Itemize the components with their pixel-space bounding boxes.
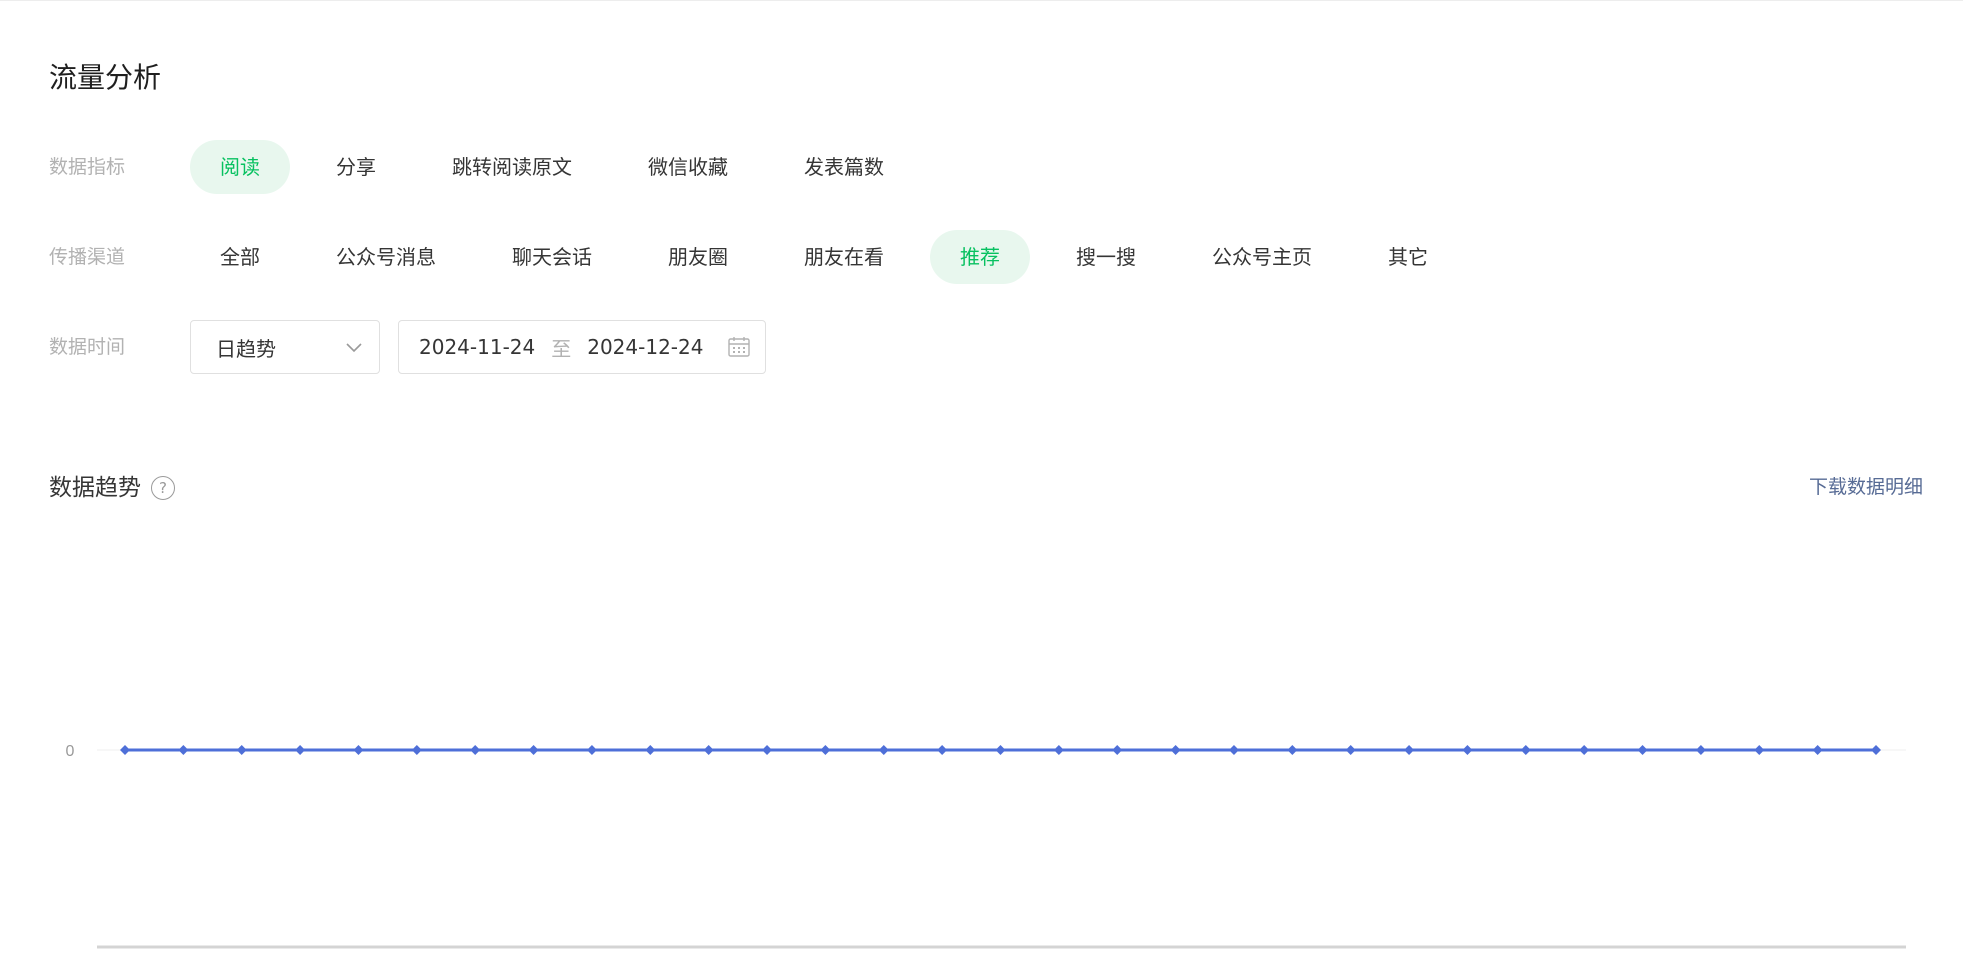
data-point-20[interactable]: [1287, 745, 1298, 755]
data-point-1[interactable]: [178, 745, 189, 755]
channel-chip-8[interactable]: 其它: [1358, 230, 1458, 284]
trend-mode-value: 日趋势: [216, 336, 276, 361]
data-point-19[interactable]: [1228, 745, 1239, 755]
data-point-9[interactable]: [645, 745, 656, 755]
data-point-10[interactable]: [703, 745, 714, 755]
channel-chip-3[interactable]: 朋友圈: [638, 230, 758, 284]
channel-chip-1[interactable]: 公众号消息: [306, 230, 466, 284]
data-point-21[interactable]: [1345, 745, 1356, 755]
data-point-15[interactable]: [995, 745, 1006, 755]
download-details-link[interactable]: 下载数据明细: [1809, 472, 1923, 502]
time-filter-row: 数据时间 日趋势 2024-11-24 至 2024-12-24: [49, 320, 766, 374]
channel-chip-5[interactable]: 推荐: [930, 230, 1030, 284]
time-label: 数据时间: [49, 336, 126, 358]
date-separator: 至: [551, 336, 572, 361]
data-point-30[interactable]: [1871, 745, 1881, 755]
data-point-27[interactable]: [1695, 745, 1706, 755]
data-point-25[interactable]: [1579, 745, 1590, 755]
data-point-17[interactable]: [1112, 745, 1123, 755]
data-point-12[interactable]: [820, 745, 831, 755]
channel-chip-2[interactable]: 聊天会话: [482, 230, 622, 284]
data-point-13[interactable]: [878, 745, 889, 755]
data-point-2[interactable]: [236, 745, 247, 755]
data-point-22[interactable]: [1404, 745, 1415, 755]
data-point-16[interactable]: [1053, 745, 1064, 755]
data-point-14[interactable]: [937, 745, 948, 755]
data-point-18[interactable]: [1170, 745, 1181, 755]
data-point-6[interactable]: [470, 745, 481, 755]
metrics-options: 阅读 分享 跳转阅读原文 微信收藏 发表篇数: [190, 140, 914, 194]
data-point-26[interactable]: [1637, 745, 1648, 755]
chevron-down-icon: [346, 343, 362, 353]
data-point-11[interactable]: [762, 745, 773, 755]
data-point-8[interactable]: [586, 745, 597, 755]
start-date: 2024-11-24: [419, 335, 536, 359]
metric-chip-3[interactable]: 微信收藏: [618, 140, 758, 194]
traffic-analysis-page: 流量分析 数据指标 阅读 分享 跳转阅读原文 微信收藏 发表篇数 传播渠道 全部 公众号消…: [0, 0, 1963, 956]
end-date: 2024-12-24: [587, 335, 704, 359]
channels-label: 传播渠道: [49, 246, 126, 268]
metric-chip-4[interactable]: 发表篇数: [774, 140, 914, 194]
metrics-filter-row: 数据指标 阅读 分享 跳转阅读原文 微信收藏 发表篇数: [49, 140, 914, 194]
data-point-0[interactable]: [120, 745, 130, 755]
channels-filter-row: 传播渠道 全部 公众号消息 聊天会话 朋友圈 朋友在看 推荐 搜一搜 公众号主页 其它: [49, 230, 1458, 284]
data-point-28[interactable]: [1754, 745, 1765, 755]
trend-title: 数据趋势: [49, 475, 141, 501]
channel-chip-4[interactable]: 朋友在看: [774, 230, 914, 284]
date-range-picker[interactable]: 2024-11-24 至 2024-12-24: [398, 320, 766, 374]
metric-chip-2[interactable]: 跳转阅读原文: [422, 140, 602, 194]
metric-chip-1[interactable]: 分享: [306, 140, 406, 194]
metric-chip-0[interactable]: 阅读: [190, 140, 290, 194]
y-tick-label: 0: [66, 743, 75, 760]
data-point-29[interactable]: [1812, 745, 1823, 755]
metrics-label: 数据指标: [49, 156, 126, 178]
data-point-4[interactable]: [353, 745, 364, 755]
data-point-5[interactable]: [411, 745, 422, 755]
data-point-23[interactable]: [1462, 745, 1473, 755]
question-circle-icon[interactable]: ?: [151, 476, 175, 500]
channel-options: 全部 公众号消息 聊天会话 朋友圈 朋友在看 推荐 搜一搜 公众号主页 其它: [190, 230, 1458, 284]
trend-section-header: 数据趋势 ?: [49, 470, 175, 506]
trend-mode-select[interactable]: 日趋势: [190, 320, 380, 374]
data-point-7[interactable]: [528, 745, 539, 755]
data-point-24[interactable]: [1520, 745, 1531, 755]
channel-chip-0[interactable]: 全部: [190, 230, 290, 284]
channel-chip-7[interactable]: 公众号主页: [1182, 230, 1342, 284]
page-title: 流量分析: [49, 61, 162, 94]
channel-chip-6[interactable]: 搜一搜: [1046, 230, 1166, 284]
date-controls: 日趋势 2024-11-24 至 2024-12-24: [190, 320, 766, 374]
data-point-3[interactable]: [295, 745, 306, 755]
trend-line-chart: 0: [66, 743, 1906, 949]
calendar-icon[interactable]: [727, 335, 751, 359]
